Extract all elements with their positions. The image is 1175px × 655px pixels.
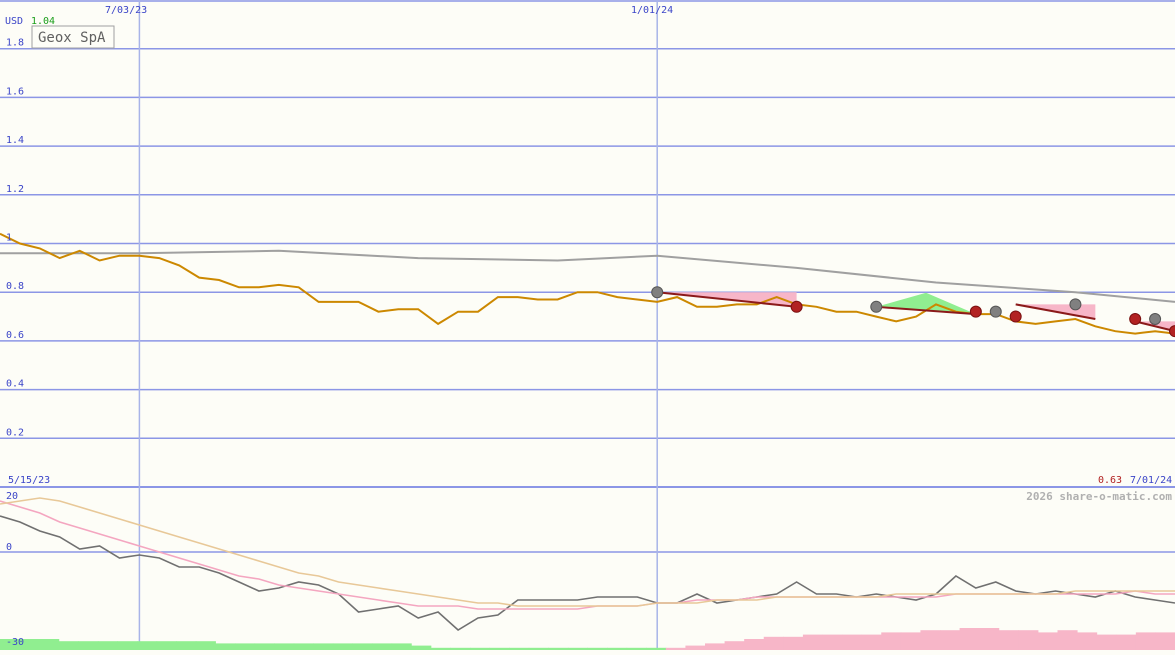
stock-name-label: Geox SpA <box>38 30 106 46</box>
histogram-bar <box>39 639 59 650</box>
y-tick-label: 0.4 <box>6 379 24 390</box>
chart-canvas: 1.8 1.6 1.4 1.2 1 0.8 0.6 0.4 0.2 USD 1.04 Geox … <box>0 0 1175 650</box>
signal-marker <box>1150 313 1161 324</box>
histogram-bar <box>157 641 177 650</box>
histogram-bar <box>294 643 314 650</box>
histogram-bar <box>1097 635 1117 650</box>
histogram-bar <box>1038 632 1058 650</box>
osc-tick-label-1: 0 <box>6 542 12 553</box>
histogram-bar <box>333 643 353 650</box>
histogram-bar <box>98 641 118 650</box>
histogram-bar <box>823 635 843 650</box>
last-price-label: 1.04 <box>31 16 55 27</box>
histogram-bar <box>78 641 98 650</box>
histogram-bar <box>1077 632 1097 650</box>
end-date-label: 7/01/24 <box>1130 475 1172 486</box>
histogram-bar <box>920 630 940 650</box>
histogram-bar <box>960 628 980 650</box>
histogram-bar <box>392 643 412 650</box>
histogram-bar <box>1058 630 1078 650</box>
y-tick-label: 1.4 <box>6 135 24 146</box>
histogram-bar <box>372 643 392 650</box>
y-tick-label: 1 <box>6 233 12 244</box>
histogram-bar <box>215 643 235 650</box>
histogram-bar <box>999 630 1019 650</box>
signal-marker <box>652 287 663 298</box>
credit-label: 2026 share-o-matic.com <box>1026 490 1172 503</box>
y-tick-label: 1.8 <box>6 38 24 49</box>
end-price-label: 0.63 <box>1098 475 1122 486</box>
signal-marker <box>1070 299 1081 310</box>
histogram-bar <box>685 646 705 650</box>
histogram-bar <box>118 641 138 650</box>
histogram-bar <box>842 635 862 650</box>
y-tick-label: 1.2 <box>6 184 24 195</box>
sell-marker <box>1010 311 1021 322</box>
histogram-bar <box>235 643 255 650</box>
sell-marker <box>970 306 981 317</box>
x-tick-label-1: 1/01/24 <box>631 5 673 16</box>
histogram-bar <box>940 630 960 650</box>
y-tick-label: 0.8 <box>6 281 24 292</box>
sell-marker <box>1130 313 1141 324</box>
histogram-bar <box>353 643 373 650</box>
histogram-bar <box>901 632 921 650</box>
currency-label: USD <box>5 16 23 27</box>
histogram-bar <box>1155 632 1175 650</box>
x-tick-label-0: 7/03/23 <box>105 5 147 16</box>
sell-marker <box>791 301 802 312</box>
histogram-bar <box>1018 630 1038 650</box>
histogram-bar <box>979 628 999 650</box>
start-date-label: 5/15/23 <box>8 475 50 486</box>
histogram-bar <box>862 635 882 650</box>
histogram-bar <box>274 643 294 650</box>
histogram-bar <box>744 639 764 650</box>
histogram-bar <box>783 637 803 650</box>
histogram-bar <box>764 637 784 650</box>
histogram-bar <box>176 641 196 650</box>
signal-marker <box>990 306 1001 317</box>
y-tick-label: 1.6 <box>6 86 24 97</box>
histogram-bar <box>313 643 333 650</box>
histogram-bar <box>803 635 823 650</box>
histogram-bar <box>59 641 79 650</box>
osc-tick-label-2: -30 <box>6 637 24 648</box>
histogram-bar <box>255 643 275 650</box>
histogram-bar <box>196 641 216 650</box>
histogram-bar <box>137 641 157 650</box>
stock-chart: 1.8 1.6 1.4 1.2 1 0.8 0.6 0.4 0.2 USD 1.04 Geox … <box>0 0 1175 650</box>
histogram-bar <box>411 646 431 650</box>
osc-tick-label-0: 20 <box>6 491 18 502</box>
y-tick-label: 0.2 <box>6 427 24 438</box>
histogram-bar <box>881 632 901 650</box>
histogram-bar <box>705 643 725 650</box>
histogram-bar <box>1116 635 1136 650</box>
signal-marker <box>871 301 882 312</box>
y-tick-label: 0.6 <box>6 330 24 341</box>
histogram-bar <box>1136 632 1156 650</box>
histogram-bar <box>725 641 745 650</box>
